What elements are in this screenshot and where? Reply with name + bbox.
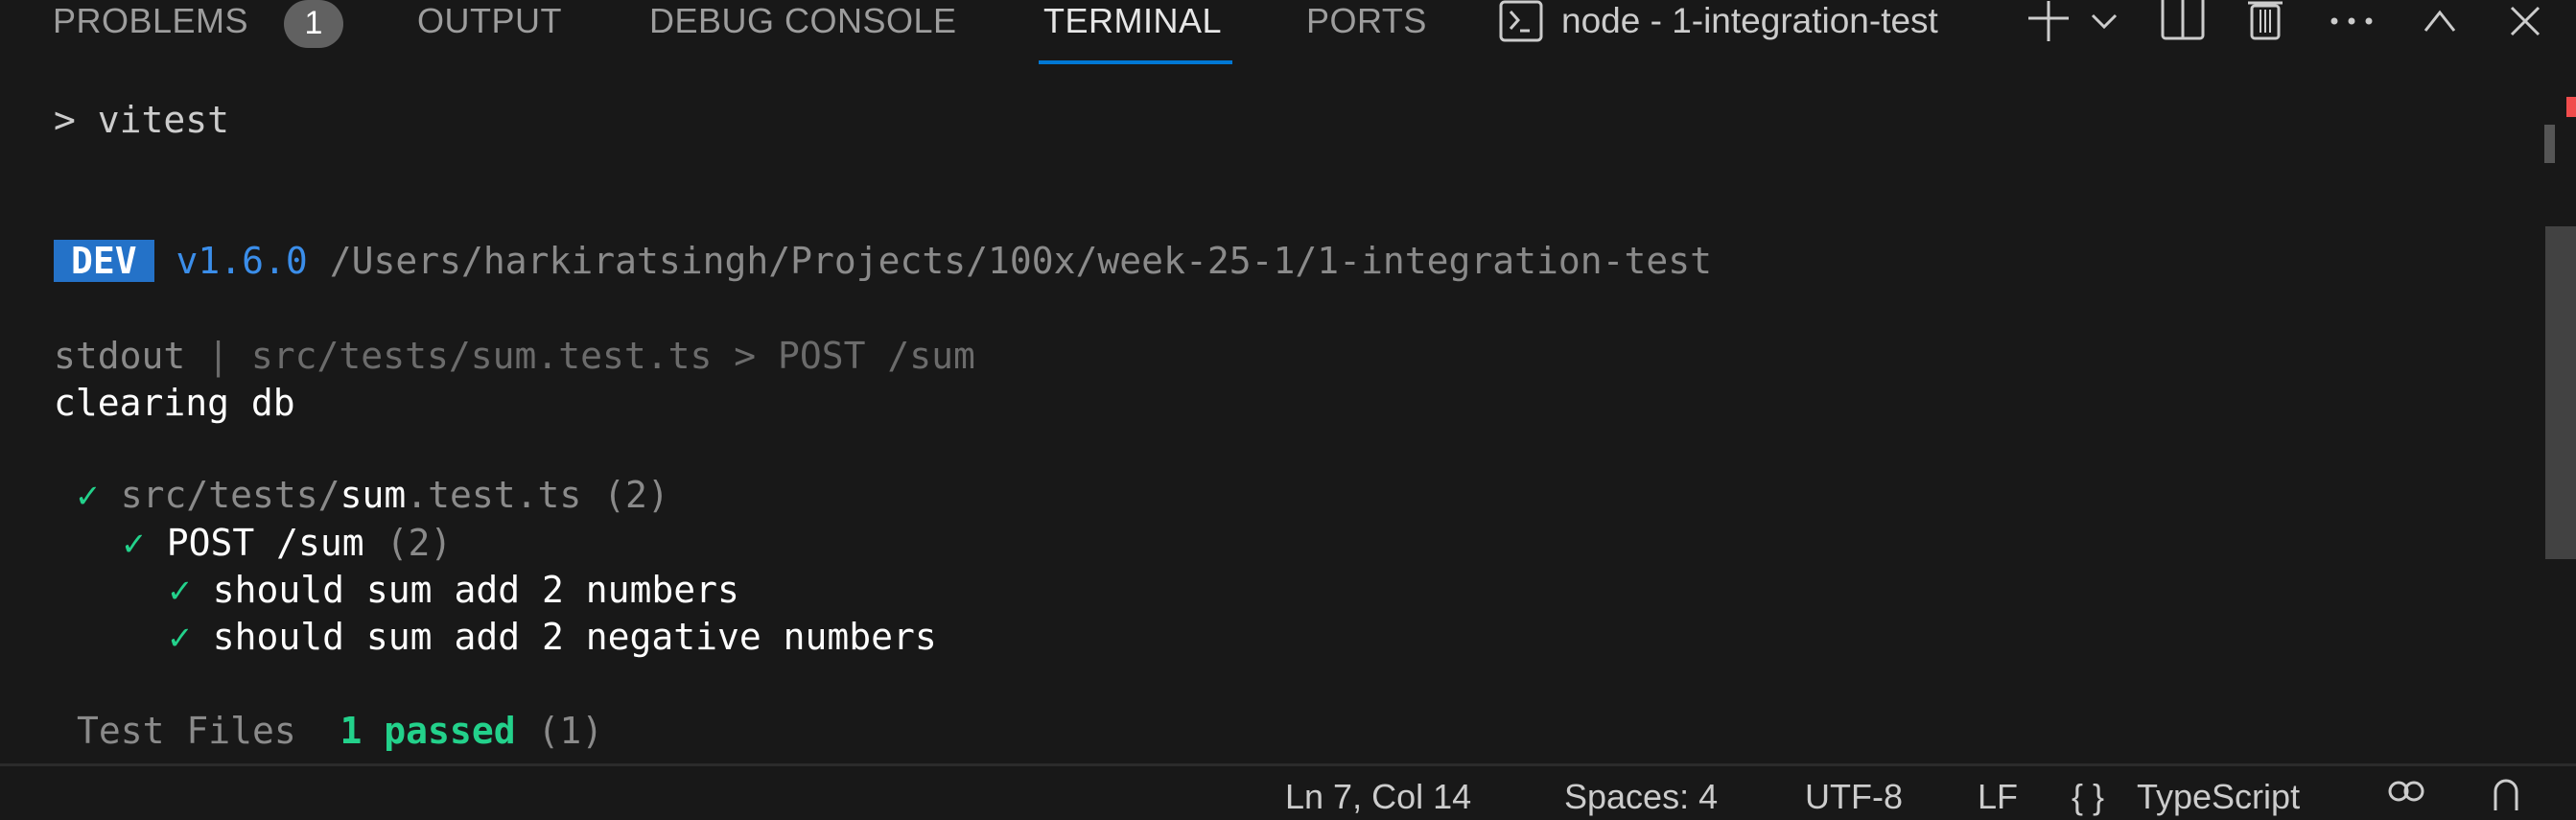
test-file-line: ✓ src/tests/sum.test.ts (2) (77, 474, 669, 516)
terminal-instance-title[interactable]: node - 1-integration-test (1561, 0, 1938, 42)
check-icon: ✓ (169, 569, 191, 611)
copilot-icon[interactable] (2387, 778, 2425, 820)
dev-badge: DEV (54, 240, 154, 282)
check-icon: ✓ (169, 616, 191, 658)
cursor-position[interactable]: Ln 7, Col 14 (1285, 776, 1471, 818)
braces-icon: { } (2072, 777, 2105, 816)
end-of-line[interactable]: LF (1978, 776, 2018, 818)
indentation[interactable]: Spaces: 4 (1564, 776, 1718, 818)
command-line: > vitest (54, 99, 230, 141)
overview-marker (2544, 125, 2555, 163)
summary-line: Test Files 1 passed (1) (77, 710, 604, 752)
ellipsis-icon[interactable] (2329, 0, 2375, 42)
tab-output[interactable]: OUTPUT (417, 0, 562, 42)
encoding[interactable]: UTF-8 (1805, 776, 1903, 818)
error-marker (2566, 97, 2576, 117)
terminal-scrollbar-thumb[interactable] (2545, 226, 2576, 559)
stdout-header-line: stdout | src/tests/sum.test.ts > POST /s… (54, 335, 975, 377)
vitest-version: v1.6.0 (176, 240, 308, 282)
tab-debug-console[interactable]: DEBUG CONSOLE (649, 0, 957, 42)
close-icon[interactable] (2509, 0, 2541, 42)
chevron-up-icon[interactable] (2423, 0, 2457, 42)
split-terminal-icon[interactable] (2160, 0, 2206, 42)
test-suite-line: ✓ POST /sum (2) (123, 522, 453, 564)
vitest-header-line: DEV v1.6.0 /Users/harkiratsingh/Projects… (54, 237, 1712, 285)
tab-label: DEBUG CONSOLE (649, 1, 957, 40)
trash-icon[interactable] (2246, 0, 2284, 42)
stdout-output-line: clearing db (54, 382, 295, 424)
bell-icon[interactable] (2492, 778, 2520, 820)
tab-problems[interactable]: PROBLEMS (53, 0, 248, 42)
passed-count: 1 passed (340, 710, 516, 752)
tab-ports[interactable]: PORTS (1306, 0, 1427, 42)
tab-terminal[interactable]: TERMINAL (1043, 0, 1222, 42)
terminal-icon (1498, 0, 1544, 42)
active-tab-indicator (1039, 60, 1232, 64)
stdout-source: src/tests/sum.test.ts > POST /sum (250, 335, 975, 377)
tab-label: OUTPUT (417, 1, 562, 40)
project-path: /Users/harkiratsingh/Projects/100x/week-… (329, 240, 1713, 282)
problems-count-badge: 1 (284, 0, 343, 48)
status-bar: Ln 7, Col 14 Spaces: 4 UTF-8 LF { } Type… (0, 763, 2576, 816)
tab-label: PROBLEMS (53, 1, 249, 40)
chevron-down-icon[interactable] (2089, 0, 2119, 42)
tab-label: PORTS (1306, 1, 1427, 40)
tab-label: TERMINAL (1043, 1, 1223, 40)
test-case-line: ✓ should sum add 2 negative numbers (169, 616, 937, 658)
language-mode[interactable]: TypeScript (2137, 776, 2300, 818)
check-icon: ✓ (123, 522, 145, 564)
check-icon: ✓ (77, 474, 99, 516)
test-case-line: ✓ should sum add 2 numbers (169, 569, 739, 611)
stdout-label: stdout (54, 335, 186, 377)
plus-icon[interactable] (2026, 0, 2072, 42)
